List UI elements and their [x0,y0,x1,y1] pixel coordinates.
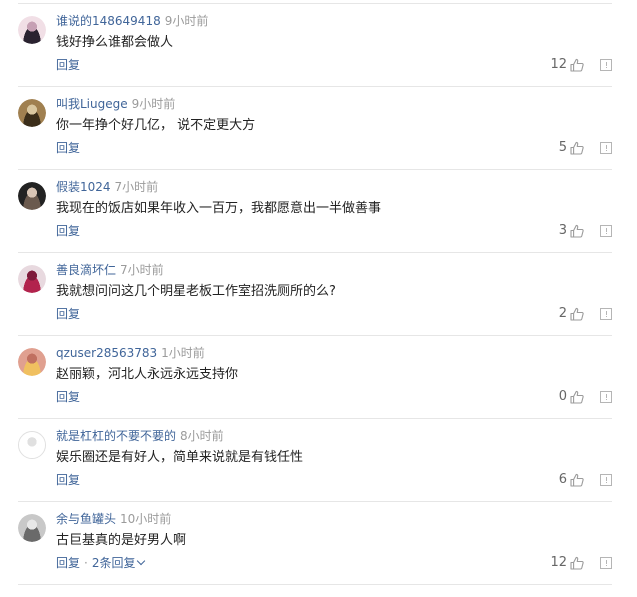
comment-author[interactable]: 善良滴坏仁 [56,263,116,277]
avatar[interactable] [18,514,46,542]
thumbs-up-icon[interactable] [570,307,584,321]
comment-actions: 回复 [56,388,80,406]
like-count: 3 [558,223,567,238]
comment-time: 8小时前 [180,429,224,443]
thumbs-up-icon[interactable] [570,556,584,570]
comment-actions: 回复 [56,222,80,240]
chevron-down-icon [137,556,146,566]
reply-button[interactable]: 回复 [56,307,80,321]
more-replies-label: 2条回复 [91,556,136,570]
more-replies-button[interactable]: 2条回复 [91,556,146,570]
like-count: 12 [550,555,567,570]
comment-content: 我现在的饭店如果年收入一百万，我都愿意出一半做善事 [56,201,382,216]
like-count: 6 [558,472,567,487]
thumbs-up-icon[interactable] [570,390,584,404]
report-icon[interactable] [600,391,612,403]
comment-tools: 5 [559,139,612,157]
comment-meta: qzuser28563783 1小时前 [56,345,205,362]
comment-author[interactable]: 就是杠杠的不要不要的 [56,429,176,443]
thumbs-up-icon[interactable] [570,58,584,72]
thumbs-up-icon[interactable] [570,473,584,487]
like-count: 5 [558,140,567,155]
avatar[interactable] [18,99,46,127]
comment-content: 古巨基真的是好男人啊 [56,533,187,548]
thumbs-up-icon[interactable] [570,224,584,238]
comment-item: 谁说的148649418 9小时前 钱好挣么谁都会做人 回复 12 [18,4,612,87]
comment-meta: 谁说的148649418 9小时前 [56,13,208,30]
comment-time: 1小时前 [161,346,205,360]
comment-author[interactable]: qzuser28563783 [56,346,157,360]
comment-tools: 2 [559,305,612,323]
avatar[interactable] [18,265,46,293]
comment-meta: 善良滴坏仁 7小时前 [56,262,164,279]
comment-content: 我就想问问这几个明星老板工作室招洗厕所的么? [56,284,336,299]
comment-actions: 回复 · 2条回复 [56,554,146,572]
comment-content: 钱好挣么谁都会做人 [56,35,174,50]
avatar[interactable] [18,182,46,210]
comment-content: 你一年挣个好几亿， 说不定更大方 [56,118,256,133]
report-icon[interactable] [600,557,612,569]
comment-meta: 叫我Liugege 9小时前 [56,96,175,113]
comment-author[interactable]: 余与鱼罐头 [56,512,116,526]
avatar[interactable] [18,431,46,459]
comment-list: 谁说的148649418 9小时前 钱好挣么谁都会做人 回复 12 叫我Liuge… [18,4,612,585]
comment-time: 9小时前 [164,14,209,28]
comment-item: qzuser28563783 1小时前 赵丽颖，河北人永远永远支持你 回复 0 [18,336,612,419]
comment-actions: 回复 [56,471,80,489]
comment-item: 余与鱼罐头 10小时前 古巨基真的是好男人啊 回复 · 2条回复 12 [18,502,612,585]
reply-button[interactable]: 回复 [56,473,80,487]
thumbs-up-icon[interactable] [570,141,584,155]
comment-tools: 12 [550,554,612,572]
avatar[interactable] [18,348,46,376]
comment-meta: 假装1024 7小时前 [56,179,158,196]
comment-time: 7小时前 [114,180,159,194]
comment-item: 就是杠杠的不要不要的 8小时前 娱乐圈还是有好人，简单来说就是有钱任性 回复 6 [18,419,612,502]
comment-tools: 3 [559,222,612,240]
comment-time: 7小时前 [120,263,164,277]
comment-content: 赵丽颖，河北人永远永远支持你 [56,367,239,382]
like-count: 0 [558,389,567,404]
comment-time: 9小时前 [131,97,176,111]
comment-content: 娱乐圈还是有好人，简单来说就是有钱任性 [56,450,304,465]
comment-actions: 回复 [56,56,80,74]
comment-tools: 0 [559,388,612,406]
reply-button[interactable]: 回复 [56,224,80,238]
report-icon[interactable] [600,225,612,237]
avatar[interactable] [18,16,46,44]
report-icon[interactable] [600,59,612,71]
comment-author[interactable]: 假装1024 [56,180,111,194]
separator-dot: · [84,556,88,570]
reply-button[interactable]: 回复 [56,556,80,570]
like-count: 12 [550,57,567,72]
comment-actions: 回复 [56,305,80,323]
comment-author[interactable]: 谁说的148649418 [56,14,161,28]
like-count: 2 [558,306,567,321]
comment-meta: 余与鱼罐头 10小时前 [56,511,171,528]
comment-time: 10小时前 [120,512,172,526]
comment-tools: 12 [550,56,612,74]
comment-item: 叫我Liugege 9小时前 你一年挣个好几亿， 说不定更大方 回复 5 [18,87,612,170]
reply-button[interactable]: 回复 [56,141,80,155]
reply-button[interactable]: 回复 [56,390,80,404]
report-icon[interactable] [600,308,612,320]
comment-item: 善良滴坏仁 7小时前 我就想问问这几个明星老板工作室招洗厕所的么? 回复 2 [18,253,612,336]
comment-author[interactable]: 叫我Liugege [56,97,128,111]
comment-item: 假装1024 7小时前 我现在的饭店如果年收入一百万，我都愿意出一半做善事 回复 … [18,170,612,253]
reply-button[interactable]: 回复 [56,58,80,72]
report-icon[interactable] [600,474,612,486]
report-icon[interactable] [600,142,612,154]
comment-actions: 回复 [56,139,80,157]
comment-tools: 6 [559,471,612,489]
comment-meta: 就是杠杠的不要不要的 8小时前 [56,428,224,445]
